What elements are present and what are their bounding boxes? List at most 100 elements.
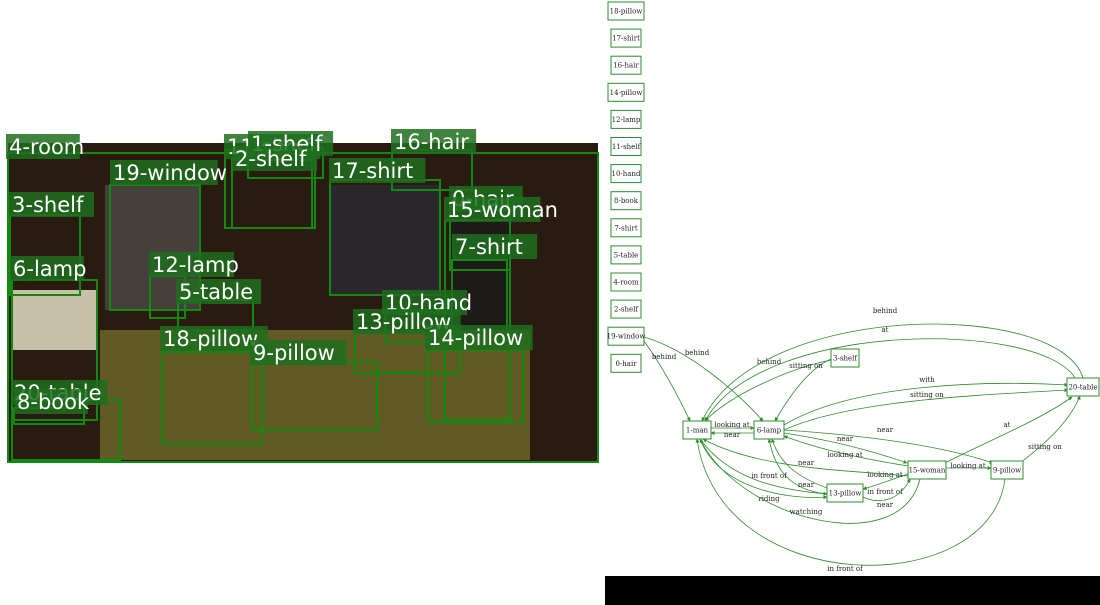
graph-node-13-pillow: 13-pillow xyxy=(826,483,864,503)
graph-edge-label: in front of xyxy=(751,472,788,480)
graph-node-label: 3-shelf xyxy=(833,355,858,363)
detection-label: 9-pillow xyxy=(253,341,335,365)
detection-label: 16-hair xyxy=(394,130,469,154)
detection-label: 6-lamp xyxy=(13,257,86,281)
graph-node-12-lamp: 12-lamp xyxy=(610,109,642,129)
graph-edge-19-window-to-1-man: behind xyxy=(643,340,691,422)
graph-node-4-room: 4-room xyxy=(610,272,642,292)
graph-edge-19-window-to-6-lamp: behind xyxy=(643,336,764,422)
detection-label: 5-table xyxy=(179,280,253,304)
graph-edge-path xyxy=(944,396,1073,464)
graph-node-label: 10-hand xyxy=(612,170,641,178)
detection-label: 17-shirt xyxy=(332,159,413,183)
graph-edge-label: behind xyxy=(685,349,710,357)
graph-node-15-woman: 15-woman xyxy=(907,460,947,480)
graph-node-label: 5-table xyxy=(614,251,639,259)
graph-node-label: 8-book xyxy=(614,197,639,205)
graph-edge-label: behind xyxy=(873,307,898,315)
graph-edge-9-pillow-to-20-table: sitting on xyxy=(1019,395,1081,464)
graph-node-label: 7-shirt xyxy=(614,224,638,232)
graph-node-1-man: 1-man xyxy=(682,420,712,440)
graph-edge-9-pillow-to-1-man: in front of xyxy=(695,438,1006,573)
graph-edge-label: with xyxy=(919,376,935,384)
graph-edge-1-man-to-13-pillow: riding xyxy=(699,438,828,503)
graph-node-7-shirt: 7-shirt xyxy=(610,218,642,238)
graph-node-label: 6-lamp xyxy=(757,427,782,435)
graph-edge-label: in front of xyxy=(867,488,904,496)
lampshade-shape xyxy=(12,290,97,350)
graph-edge-15-woman-to-9-pillow: looking at xyxy=(946,462,992,470)
graph-node-20-table: 20-table xyxy=(1066,377,1100,397)
detection-label: 2-shelf xyxy=(235,147,307,171)
graph-edge-3-shelf-to-6-lamp: sitting on xyxy=(774,358,832,422)
person-shape xyxy=(330,185,440,295)
graph-node-5-table: 5-table xyxy=(610,245,642,265)
graph-node-11-shelf: 11-shelf xyxy=(610,137,642,156)
graph-node-label: 19-window xyxy=(607,333,646,341)
graph-node-label: 17-shirt xyxy=(612,35,640,43)
graph-node-6-lamp: 6-lamp xyxy=(753,420,785,440)
graph-edge-label: looking at xyxy=(950,462,986,470)
graph-node-label: 0-hair xyxy=(615,360,637,368)
graph-node-label: 13-pillow xyxy=(829,490,862,498)
detection-label: 15-woman xyxy=(447,198,558,222)
graph-node-label: 15-woman xyxy=(909,467,946,475)
detection-label: 8-book xyxy=(17,390,90,414)
graph-node-16-hair: 16-hair xyxy=(610,55,642,75)
graph-edge-label: looking at xyxy=(827,451,863,459)
graph-edge-label: at xyxy=(882,326,889,334)
graph-edge-label: near xyxy=(837,435,854,443)
graph-node-2-shelf: 2-shelf xyxy=(610,299,642,319)
graph-node-label: 9-pillow xyxy=(993,467,1021,475)
graph-edge-label: near xyxy=(798,459,815,467)
detection-label: 19-window xyxy=(113,161,227,185)
graph-edge-label: sitting on xyxy=(910,391,944,399)
graph-node-3-shelf: 3-shelf xyxy=(830,348,860,368)
graph-edge-label: behind xyxy=(652,353,677,361)
graph-node-label: 20-table xyxy=(1068,384,1097,392)
graph-edge-6-lamp-to-20-table: with xyxy=(783,376,1069,426)
graph-edge-path xyxy=(783,382,1069,426)
graph-node-label: 4-room xyxy=(613,279,639,287)
scene-graph-figure: 4-room11-shelf1-shelf2-shelf16-hair19-wi… xyxy=(6,1,1100,605)
graph-edge-20-table-to-1-man: at xyxy=(704,326,1076,422)
graph-node-label: 1-man xyxy=(686,427,709,435)
graph-node-label: 16-hair xyxy=(613,62,639,70)
graph-edge-path xyxy=(1019,395,1081,464)
graph-edge-label: looking at xyxy=(714,421,750,429)
graph-node-14-pillow: 14-pillow xyxy=(607,82,645,102)
edge-layer: behind behindbehind sitting onbehindatwith… xyxy=(643,307,1084,573)
graph-node-label: 14-pillow xyxy=(610,89,643,97)
graph-node-label: 2-shelf xyxy=(614,306,639,314)
bottom-black-band xyxy=(605,576,1100,605)
graph-node-0-hair: 0-hair xyxy=(610,353,642,373)
graph-edge-6-lamp-to-1-man: near xyxy=(710,431,754,439)
graph-edge-label: sitting on xyxy=(789,362,823,370)
photo-panel: 4-room11-shelf1-shelf2-shelf16-hair19-wi… xyxy=(6,129,599,463)
graph-node-19-window: 19-window xyxy=(607,326,646,346)
graph-node-label: 18-pillow xyxy=(610,8,643,16)
graph-edge-6-lamp-to-9-pillow: near xyxy=(783,426,994,464)
detection-label: 3-shelf xyxy=(12,193,84,217)
graph-edge-label: watching xyxy=(790,508,823,516)
graph-panel: behind behindbehind sitting onbehindatwith… xyxy=(607,1,1100,573)
graph-edge-label: near xyxy=(798,481,815,489)
detection-label: 14-pillow xyxy=(428,326,523,350)
detection-label: 7-shirt xyxy=(455,235,523,259)
graph-node-17-shirt: 17-shirt xyxy=(610,28,642,48)
node-layer: 18-pillow 17-shirt 16-hair 14-pillow 12-lamp… xyxy=(607,1,1100,503)
graph-edge-15-woman-to-20-table: at xyxy=(944,396,1073,464)
graph-edge-label: near xyxy=(877,501,894,509)
graph-edge-path xyxy=(701,323,1084,422)
graph-node-18-pillow: 18-pillow xyxy=(607,1,645,21)
detection-label: 18-pillow xyxy=(163,327,258,351)
graph-node-label: 11-shelf xyxy=(612,143,642,151)
graph-edge-label: at xyxy=(1004,421,1011,429)
graph-node-8-book: 8-book xyxy=(610,191,642,211)
graph-edge-label: in front of xyxy=(827,565,864,573)
detection-label: 4-room xyxy=(9,135,84,159)
graph-edge-path xyxy=(704,338,1076,422)
graph-node-10-hand: 10-hand xyxy=(610,164,642,184)
graph-node-label: 12-lamp xyxy=(612,116,641,124)
graph-edge-label: sitting on xyxy=(1028,443,1062,451)
